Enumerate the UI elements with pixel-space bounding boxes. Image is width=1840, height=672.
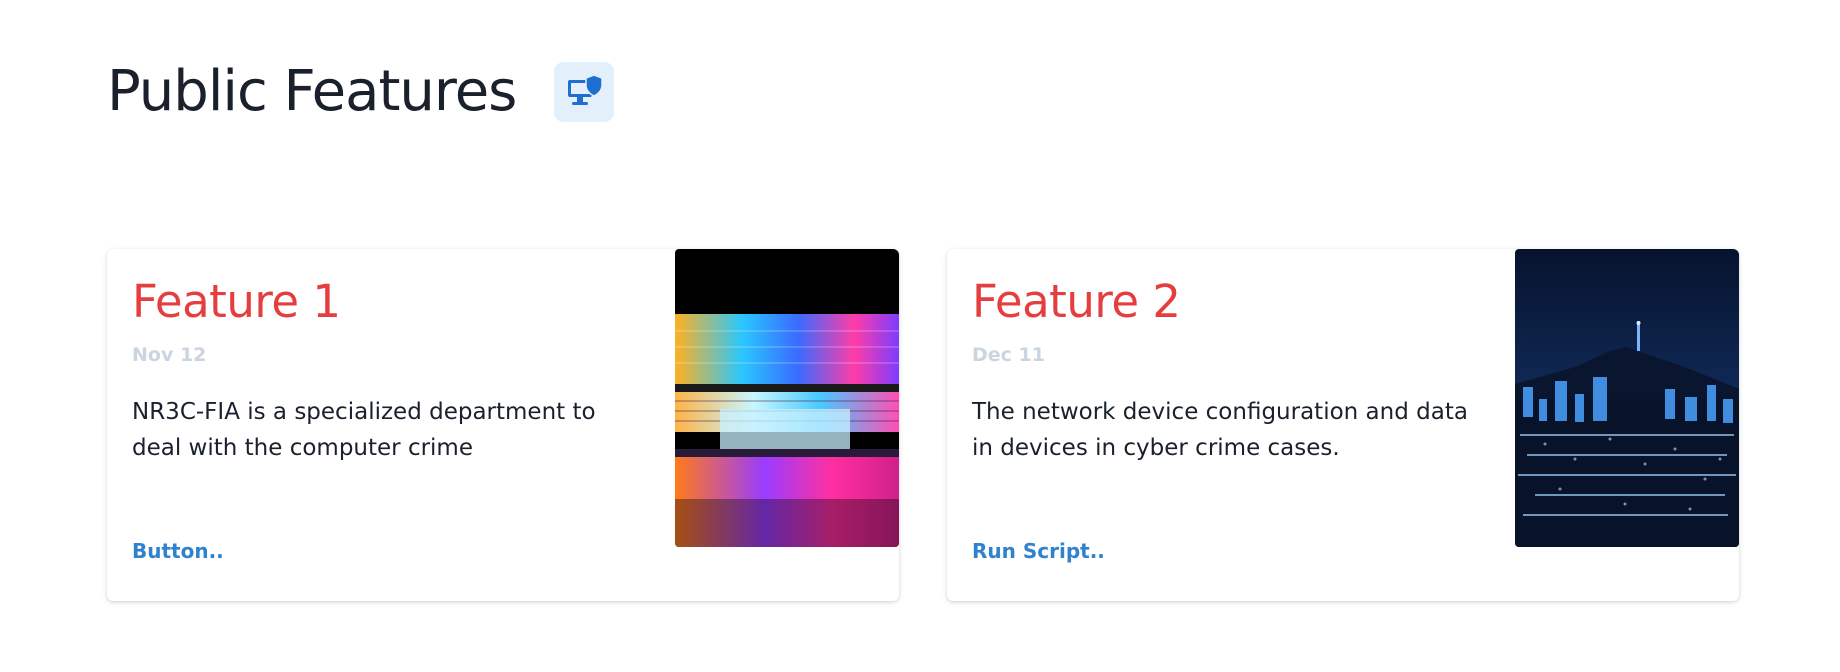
page-title: Public Features	[107, 59, 517, 124]
card-description: The network device configuration and dat…	[972, 399, 1468, 461]
card-body: Feature 2 Dec 11 The network device conf…	[972, 279, 1492, 466]
card-body: Feature 1 Nov 12 NR3C-FIA is a specializ…	[132, 279, 652, 466]
night-city-skyline-image	[1515, 249, 1739, 547]
card-title: Feature 2	[972, 275, 1181, 328]
card-date: Dec 11	[972, 344, 1045, 366]
card-title: Feature 1	[132, 275, 341, 328]
card-description: NR3C-FIA is a specialized department to …	[132, 399, 596, 461]
feature-cards: Feature 1 Nov 12 NR3C-FIA is a specializ…	[107, 249, 1739, 601]
page-header: Public Features	[107, 59, 615, 124]
feature-card: Feature 2 Dec 11 The network device conf…	[947, 249, 1739, 601]
colorful-laptop-keyboard-image	[675, 249, 899, 547]
feature-1-button[interactable]: Button..	[132, 539, 224, 563]
run-script-button[interactable]: Run Script..	[972, 539, 1105, 563]
feature-card: Feature 1 Nov 12 NR3C-FIA is a specializ…	[107, 249, 899, 601]
card-date: Nov 12	[132, 344, 207, 366]
monitor-shield-icon	[554, 62, 615, 122]
